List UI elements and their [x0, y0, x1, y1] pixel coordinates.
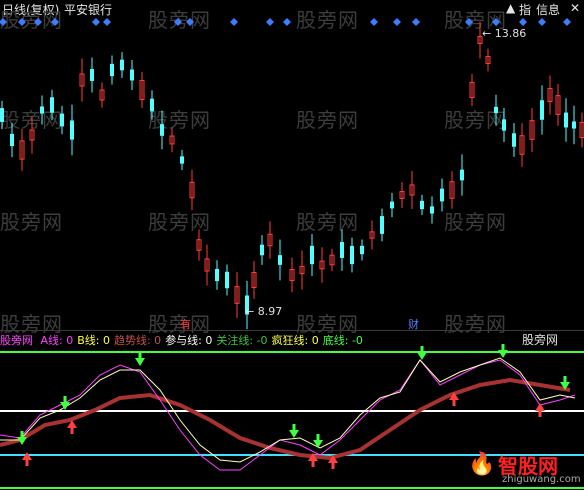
arrow-stem — [563, 376, 567, 382]
buy-arrow — [417, 352, 427, 360]
arrow-stem — [25, 460, 29, 466]
arrow-stem — [63, 396, 67, 402]
arrow-stem — [331, 463, 335, 469]
arrow-stem — [452, 400, 456, 406]
buy-arrow — [289, 430, 299, 438]
site-logo: 🔥 智股网 zhiguwang.com — [468, 450, 581, 488]
arrow-stem — [292, 424, 296, 430]
arrow-stem — [316, 434, 320, 440]
arrow-stem — [70, 428, 74, 434]
arrow-stem — [420, 346, 424, 352]
logo-url: zhiguwang.com — [502, 474, 581, 485]
arrow-stem — [20, 431, 24, 437]
fire-icon: 🔥 — [468, 452, 496, 477]
arrow-stem — [501, 344, 505, 350]
buy-arrow — [135, 358, 145, 366]
indicator-chart[interactable] — [0, 0, 584, 490]
buy-arrow — [498, 350, 508, 358]
trend-line — [0, 377, 571, 461]
arrow-stem — [138, 352, 142, 358]
arrow-stem — [311, 461, 315, 467]
arrow-stem — [538, 411, 542, 417]
